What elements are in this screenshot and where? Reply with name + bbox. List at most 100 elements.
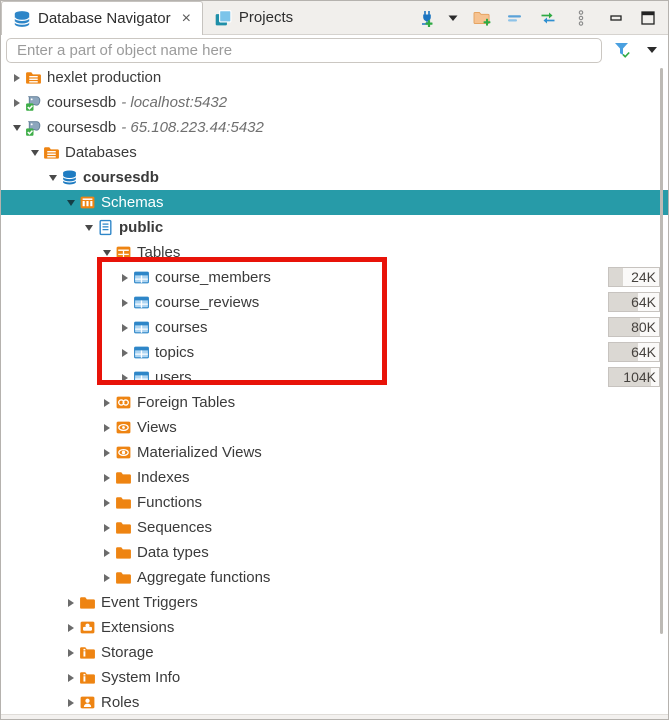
tree-row-sequences[interactable]: Sequences: [1, 515, 668, 540]
tree-row-label: Storage: [101, 644, 154, 661]
tree-row-databases[interactable]: Databases: [1, 140, 668, 165]
tree-row-event-triggers[interactable]: Event Triggers: [1, 590, 668, 615]
minimize-icon[interactable]: [606, 8, 626, 28]
tree-row-label: Indexes: [137, 469, 190, 486]
tree-row-label: Aggregate functions: [137, 569, 270, 586]
filter-icon[interactable]: [612, 40, 632, 60]
tables-folder-icon: [115, 244, 132, 261]
tree-row-label: Schemas: [101, 194, 164, 211]
tree-row-coursesdb[interactable]: coursesdb- localhost:5432: [1, 90, 668, 115]
chevron-right-icon[interactable]: [63, 624, 79, 632]
tree-row-users[interactable]: users104K: [1, 365, 668, 390]
link-editor-icon[interactable]: [538, 8, 558, 28]
tree-row-label: coursesdb: [47, 94, 116, 111]
chevron-right-icon[interactable]: [117, 274, 133, 282]
toolbar-caret-icon[interactable]: [447, 8, 459, 28]
chevron-right-icon[interactable]: [99, 474, 115, 482]
chevron-down-icon[interactable]: [81, 225, 97, 231]
toolbar: [414, 1, 600, 34]
chevron-right-icon[interactable]: [99, 549, 115, 557]
foreign-tables-icon: [115, 394, 132, 411]
chevron-right-icon[interactable]: [9, 99, 25, 107]
tree-row-coursesdb[interactable]: coursesdb: [1, 165, 668, 190]
table-icon: [133, 269, 150, 286]
tree-row-label: Data types: [137, 544, 209, 561]
tree-row-label: Foreign Tables: [137, 394, 235, 411]
tree-row-schemas[interactable]: Schemas: [1, 190, 668, 215]
tree-row-system-info[interactable]: System Info: [1, 665, 668, 690]
chevron-right-icon[interactable]: [99, 574, 115, 582]
tree-row-label: coursesdb: [83, 169, 159, 186]
projects-icon: [214, 9, 232, 27]
chevron-right-icon[interactable]: [117, 299, 133, 307]
vertical-scrollbar[interactable]: [660, 68, 663, 634]
tree-row-roles[interactable]: Roles: [1, 690, 668, 715]
folder-icon: [115, 494, 132, 511]
maximize-icon[interactable]: [638, 8, 658, 28]
window-buttons: [606, 1, 668, 34]
chevron-right-icon[interactable]: [117, 324, 133, 332]
filter-caret-icon[interactable]: [644, 43, 660, 57]
tree-row-courses[interactable]: courses80K: [1, 315, 668, 340]
tree-row-label: public: [119, 219, 163, 236]
table-size-badge: 64K: [608, 342, 660, 362]
info-folder-icon: [79, 644, 96, 661]
tree-row-extensions[interactable]: Extensions: [1, 615, 668, 640]
close-icon[interactable]: ×: [182, 11, 191, 27]
chevron-down-icon[interactable]: [9, 125, 25, 131]
panel-bottom-edge: [1, 714, 668, 719]
chevron-right-icon[interactable]: [63, 699, 79, 707]
tree-row-hexlet-production[interactable]: hexlet production: [1, 65, 668, 90]
chevron-right-icon[interactable]: [63, 649, 79, 657]
chevron-down-icon[interactable]: [99, 250, 115, 256]
tree-row-label: Functions: [137, 494, 202, 511]
chevron-right-icon[interactable]: [117, 349, 133, 357]
table-size-badge: 64K: [608, 292, 660, 312]
tree-row-course-reviews[interactable]: course_reviews64K: [1, 290, 668, 315]
tree-row-functions[interactable]: Functions: [1, 490, 668, 515]
view-menu-icon[interactable]: [571, 8, 591, 28]
tree-row-coursesdb[interactable]: coursesdb- 65.108.223.44:5432: [1, 115, 668, 140]
tree-row-storage[interactable]: Storage: [1, 640, 668, 665]
search-input[interactable]: [6, 38, 602, 63]
chevron-right-icon[interactable]: [99, 424, 115, 432]
chevron-right-icon[interactable]: [99, 524, 115, 532]
tree-row-label: Tables: [137, 244, 180, 261]
tab-database-navigator[interactable]: Database Navigator ×: [1, 1, 203, 35]
chevron-down-icon[interactable]: [45, 175, 61, 181]
postgres-connection-icon: [25, 119, 42, 136]
new-folder-icon[interactable]: [472, 8, 492, 28]
tree-row-label: Event Triggers: [101, 594, 198, 611]
tab-strip: Database Navigator × Projects: [1, 1, 668, 35]
tree-row-label: System Info: [101, 669, 180, 686]
tree-row-aggregate-functions[interactable]: Aggregate functions: [1, 565, 668, 590]
tree-row-topics[interactable]: topics64K: [1, 340, 668, 365]
tree-row-label: coursesdb: [47, 119, 116, 136]
size-bar: [609, 268, 623, 286]
folder-icon: [79, 594, 96, 611]
new-connection-icon[interactable]: [414, 8, 434, 28]
collapse-all-icon[interactable]: [505, 8, 525, 28]
tree-row-public[interactable]: public: [1, 215, 668, 240]
tree-row-indexes[interactable]: Indexes: [1, 465, 668, 490]
tree-row-materialized-views[interactable]: Materialized Views: [1, 440, 668, 465]
chevron-down-icon[interactable]: [27, 150, 43, 156]
tab-projects[interactable]: Projects: [203, 1, 304, 34]
chevron-right-icon[interactable]: [63, 599, 79, 607]
tree-row-tables[interactable]: Tables: [1, 240, 668, 265]
schema-page-icon: [97, 219, 114, 236]
tree-row-data-types[interactable]: Data types: [1, 540, 668, 565]
tree-row-views[interactable]: Views: [1, 415, 668, 440]
chevron-right-icon[interactable]: [117, 374, 133, 382]
chevron-right-icon[interactable]: [63, 674, 79, 682]
chevron-down-icon[interactable]: [63, 200, 79, 206]
database-navigator-panel: Database Navigator × Projects hexlet pro…: [0, 0, 669, 720]
tree-row-course-members[interactable]: course_members24K: [1, 265, 668, 290]
chevron-right-icon[interactable]: [99, 399, 115, 407]
chevron-right-icon[interactable]: [99, 449, 115, 457]
chevron-right-icon[interactable]: [99, 499, 115, 507]
tree-row-foreign-tables[interactable]: Foreign Tables: [1, 390, 668, 415]
chevron-right-icon[interactable]: [9, 74, 25, 82]
schemas-icon: [79, 194, 96, 211]
table-icon: [133, 319, 150, 336]
